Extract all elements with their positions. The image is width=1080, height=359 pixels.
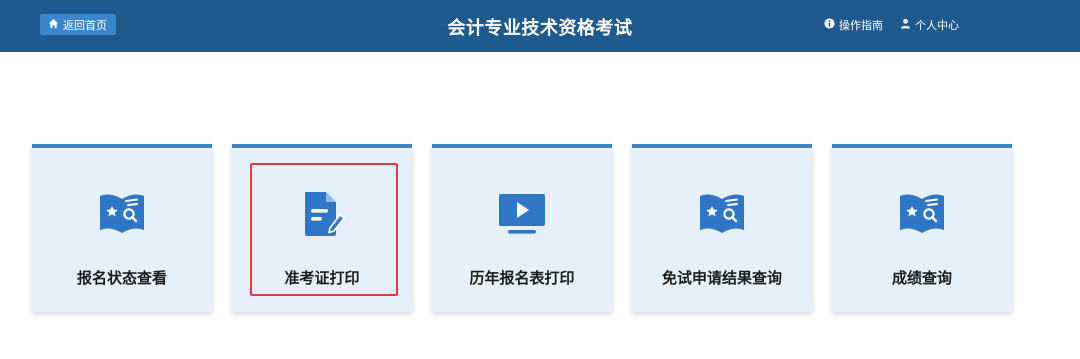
home-button[interactable]: 返回首页 <box>40 14 116 35</box>
profile-link[interactable]: 个人中心 <box>900 17 959 33</box>
card-label: 成绩查询 <box>891 269 952 287</box>
info-icon <box>824 18 835 32</box>
monitor-play-icon <box>499 194 545 234</box>
card-registration-status[interactable]: 报名状态查看 <box>32 144 212 312</box>
header-bar: 返回首页 会计专业技术资格考试 操作指南 个人中心 <box>0 0 1080 52</box>
card-label: 历年报名表打印 <box>469 269 575 287</box>
card-exemption-result-query[interactable]: 免试申请结果查询 <box>632 144 812 312</box>
card-admission-ticket-print[interactable]: 准考证打印 <box>232 144 412 312</box>
guide-link-label: 操作指南 <box>839 19 883 32</box>
document-edit-icon <box>305 192 345 236</box>
profile-link-label: 个人中心 <box>915 19 959 32</box>
card-score-query[interactable]: 成绩查询 <box>832 144 1012 312</box>
card-label: 报名状态查看 <box>76 269 167 287</box>
home-button-label: 返回首页 <box>63 18 107 32</box>
card-label: 准考证打印 <box>284 269 360 287</box>
guide-link[interactable]: 操作指南 <box>824 17 883 33</box>
book-search-icon <box>900 194 944 233</box>
card-label: 免试申请结果查询 <box>661 269 782 287</box>
book-search-icon <box>100 194 144 233</box>
user-icon <box>900 18 911 32</box>
book-search-icon <box>700 194 744 233</box>
home-icon <box>48 18 59 32</box>
card-history-form-print[interactable]: 历年报名表打印 <box>432 144 612 312</box>
